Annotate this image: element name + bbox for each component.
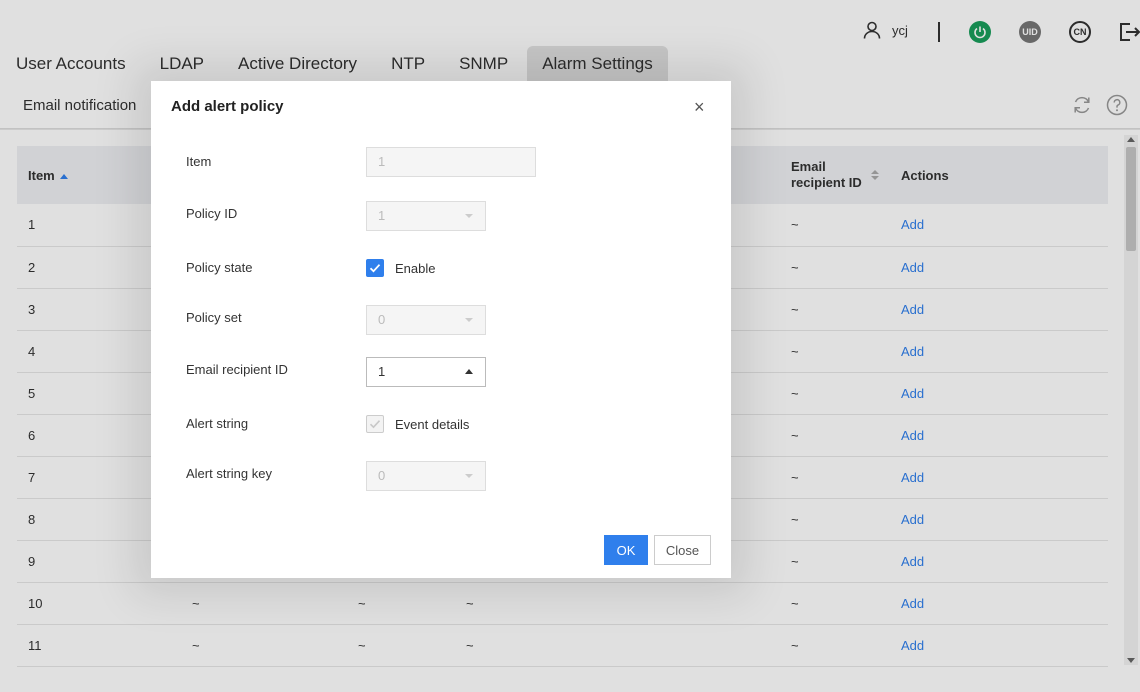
item-row: Item 1: [186, 147, 706, 180]
close-button[interactable]: Close: [654, 535, 711, 565]
alert-string-checkbox: Event details: [366, 412, 469, 436]
checkbox-disabled-icon: [366, 415, 384, 433]
dialog-title: Add alert policy: [171, 98, 284, 115]
chevron-down-icon: [465, 318, 473, 322]
policy-id-row: Policy ID 1: [186, 201, 706, 232]
alert-string-label: Alert string: [186, 416, 249, 431]
enable-label: Enable: [395, 260, 436, 276]
alert-string-key-select: 0: [366, 461, 486, 491]
ok-button[interactable]: OK: [604, 535, 648, 565]
event-details-label: Event details: [395, 416, 470, 432]
policy-state-label: Policy state: [186, 260, 253, 275]
chevron-down-icon: [465, 474, 473, 478]
add-alert-policy-dialog: Add alert policy × Item 1 Policy ID 1 Po…: [151, 81, 731, 578]
policy-state-checkbox[interactable]: Enable: [366, 256, 435, 280]
chevron-down-icon: [465, 214, 473, 218]
item-input: 1: [366, 147, 536, 177]
chevron-up-icon: [465, 369, 473, 374]
policy-state-row: Policy state Enable: [186, 256, 706, 286]
email-recipient-id-select[interactable]: 1: [366, 357, 486, 387]
policy-set-label: Policy set: [186, 310, 242, 325]
policy-id-select: 1: [366, 201, 486, 231]
policy-set-row: Policy set 0: [186, 305, 706, 336]
alert-string-key-label: Alert string key: [186, 466, 272, 481]
alert-string-key-row: Alert string key 0: [186, 461, 706, 492]
close-icon[interactable]: ×: [694, 97, 705, 118]
checkbox-checked-icon[interactable]: [366, 259, 384, 277]
item-label: Item: [186, 154, 212, 169]
policy-set-select: 0: [366, 305, 486, 335]
email-recipient-id-label: Email recipient ID: [186, 362, 288, 377]
policy-id-label: Policy ID: [186, 206, 238, 221]
alert-string-row: Alert string Event details: [186, 412, 706, 442]
email-recipient-id-row: Email recipient ID 1: [186, 357, 706, 388]
